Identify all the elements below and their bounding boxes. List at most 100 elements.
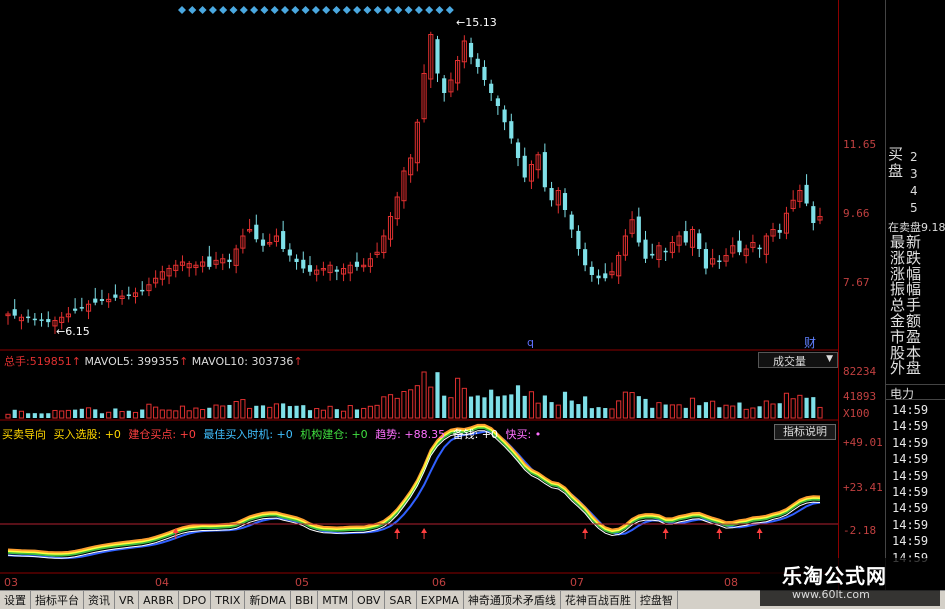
volume-indicator-select[interactable]: 成交量 ▼ (758, 352, 838, 368)
tab-trix[interactable]: TRIX (211, 591, 246, 609)
volume-bar (596, 407, 601, 418)
volume-bar (240, 399, 246, 419)
tick-time: 14:59 (892, 403, 929, 417)
candle-body (73, 308, 78, 311)
low-price-label: ←6.15 (56, 325, 90, 338)
tab-flower-god[interactable]: 花神百战百胜 (561, 591, 636, 609)
buy-marker-icon (394, 528, 401, 533)
volume-bar (73, 409, 78, 418)
indicator-item-quick-buy: 快买: • (505, 428, 542, 441)
candle-body (569, 214, 574, 230)
quote-field-list: 最新 涨跌 涨幅 振幅 总手 金额 市盈 股本 外盘 (890, 234, 922, 377)
candle-body (542, 152, 547, 188)
tab-arbr[interactable]: ARBR (139, 591, 179, 609)
volume-bar (697, 405, 702, 418)
volume-bar (475, 395, 480, 418)
indicator-axis-label: +23.41 (843, 481, 883, 494)
volume-bar (367, 405, 373, 419)
kline-chart-area[interactable]: ←15.13 ←6.15 q 财 总手:519851↑ MAVOL5: 3993… (0, 0, 838, 590)
power-tab[interactable]: 电力 (886, 384, 945, 401)
tab-expma[interactable]: EXPMA (417, 591, 464, 609)
candle-body (562, 193, 568, 210)
indicator-axis-label: +49.01 (843, 436, 883, 449)
volume-bar (186, 410, 192, 419)
candle-body (287, 249, 292, 256)
tab-vr[interactable]: VR (115, 591, 140, 609)
volume-bar (254, 405, 259, 418)
candle-body (334, 269, 339, 272)
candle-body (307, 265, 313, 272)
signal-diamond (208, 6, 217, 14)
candle-body (757, 247, 762, 250)
volume-bar (603, 408, 608, 418)
candle-body (576, 230, 581, 249)
volume-bar (85, 407, 92, 419)
volume-bar (173, 410, 179, 419)
signal-diamond (394, 6, 403, 14)
signal-diamond (301, 6, 310, 14)
volume-bar (763, 400, 769, 419)
buy-level: 5 (910, 201, 918, 215)
volume-bar (153, 406, 159, 419)
buy-marker-icon (662, 528, 669, 533)
candle-body (697, 233, 702, 249)
candle-body (489, 83, 494, 93)
quote-side-panel: 买盘 2 3 4 5 在卖盘9.18 最新 涨跌 涨幅 振幅 总手 金额 市盈 … (885, 0, 945, 590)
tick-time: 14:59 (892, 435, 929, 450)
indicator-line-white (7, 430, 821, 559)
volume-bar (428, 386, 434, 419)
volume-bar (723, 404, 729, 419)
signal-diamond (373, 6, 382, 14)
quote-field[interactable]: 外盘 (890, 361, 922, 377)
buy-depth: 买盘 2 3 4 5 (888, 145, 944, 216)
finance-marker-icon[interactable]: 财 (804, 334, 816, 351)
indicator-item-reserve: 备钱: +0 (452, 428, 499, 441)
tab-mtm[interactable]: MTM (318, 591, 353, 609)
candle-body (294, 258, 299, 262)
volume-bar (140, 409, 145, 418)
volume-bar (301, 405, 306, 418)
volume-bar (281, 403, 286, 418)
signal-diamond (311, 6, 320, 14)
tab-new-dma[interactable]: 新DMA (245, 591, 291, 609)
tab-dpo[interactable]: DPO (179, 591, 212, 609)
tab-sar[interactable]: SAR (385, 591, 417, 609)
volume-bar (442, 395, 447, 418)
indicator-explain-button[interactable]: 指标说明 (774, 424, 836, 440)
tab-obv[interactable]: OBV (353, 591, 386, 609)
signal-diamond (250, 6, 259, 14)
volume-bar (5, 413, 11, 419)
volume-bar (455, 377, 461, 419)
kline-chart-svg[interactable] (0, 0, 838, 590)
volume-bar (656, 402, 662, 419)
tick-time-list: 14:59 14:59 14:59 14:59 14:59 14:59 14:5… (892, 402, 928, 566)
up-arrow-icon: ↑ (179, 355, 192, 368)
tick-time: 14:59 (892, 452, 929, 467)
tab-control[interactable]: 控盘智 (636, 591, 678, 609)
volume-bar (689, 397, 696, 419)
signal-diamond (353, 6, 362, 14)
indicator-item-best-time: 最佳买入时机: +0 (203, 428, 293, 441)
candle-body (589, 266, 594, 275)
buy-level: 3 (910, 167, 918, 181)
tab-news[interactable]: 资讯 (84, 591, 115, 609)
candle-body (502, 109, 507, 123)
candle-body (26, 316, 31, 319)
volume-bar (797, 394, 803, 419)
indicator-name: 买卖导向 (2, 428, 46, 441)
tab-magic-top[interactable]: 神奇通顶术矛盾线 (464, 591, 561, 609)
volume-bar (401, 391, 407, 419)
volume-bar (233, 401, 239, 419)
tab-bbi[interactable]: BBI (291, 591, 319, 609)
volume-bar (106, 411, 112, 419)
volume-bar (113, 408, 118, 418)
volume-bar (542, 395, 547, 418)
buy-title: 买盘 (888, 145, 904, 180)
candle-body (442, 78, 447, 93)
signal-diamond (363, 6, 372, 14)
tab-indicator-platform[interactable]: 指标平台 (31, 591, 84, 609)
candle-body (596, 275, 601, 279)
buy-level: 2 (910, 150, 918, 164)
volume-bar (200, 409, 206, 419)
tab-settings[interactable]: 设置 (0, 591, 31, 609)
